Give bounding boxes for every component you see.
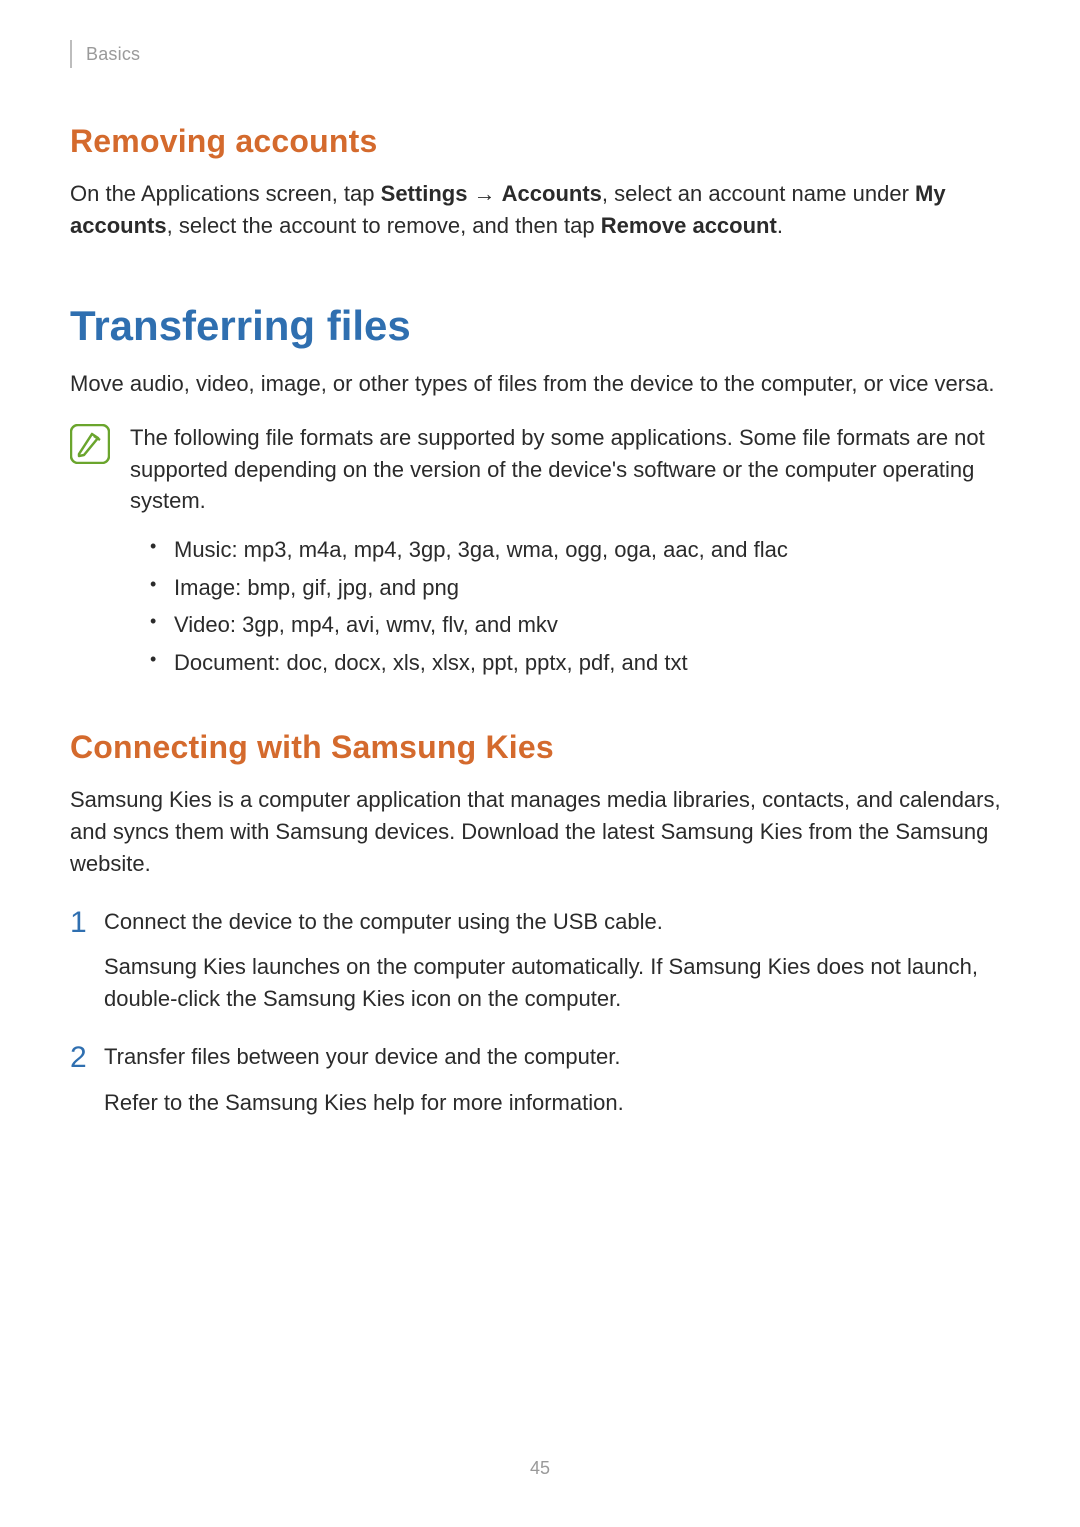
kies-heading: Connecting with Samsung Kies [70,729,1010,766]
document-page: Basics Removing accounts On the Applicat… [0,0,1080,1119]
step-body: Transfer files between your device and t… [104,1041,1010,1119]
text-segment: , select the account to remove, and then… [167,213,601,238]
removing-accounts-paragraph: On the Applications screen, tap Settings… [70,178,1010,242]
transferring-intro: Move audio, video, image, or other types… [70,368,1010,400]
accounts-label: Accounts [502,181,602,206]
text-segment: On the Applications screen, tap [70,181,381,206]
header-divider [70,40,72,68]
transferring-files-heading: Transferring files [70,302,1010,350]
note-icon [70,424,110,464]
remove-account-label: Remove account [601,213,777,238]
format-item: Image: bmp, gif, jpg, and png [150,569,1010,606]
format-item: Document: doc, docx, xls, xlsx, ppt, ppt… [150,644,1010,681]
kies-intro: Samsung Kies is a computer application t… [70,784,1010,880]
step-body: Connect the device to the computer using… [104,906,1010,1016]
page-number: 45 [0,1458,1080,1479]
text-segment: . [777,213,783,238]
step-2: 2 Transfer files between your device and… [70,1041,1010,1119]
settings-label: Settings [381,181,468,206]
page-header: Basics [70,40,1010,68]
step-number: 1 [70,906,104,939]
format-item: Video: 3gp, mp4, avi, wmv, flv, and mkv [150,606,1010,643]
note-block: The following file formats are supported… [70,422,1010,681]
step-main: Transfer files between your device and t… [104,1041,1010,1073]
section-label: Basics [86,44,140,65]
step-sub: Refer to the Samsung Kies help for more … [104,1087,1010,1119]
text-segment: , select an account name under [602,181,915,206]
format-item: Music: mp3, m4a, mp4, 3gp, 3ga, wma, ogg… [150,531,1010,568]
step-sub: Samsung Kies launches on the computer au… [104,951,1010,1015]
formats-list: Music: mp3, m4a, mp4, 3gp, 3ga, wma, ogg… [150,531,1010,681]
step-1: 1 Connect the device to the computer usi… [70,906,1010,1016]
step-main: Connect the device to the computer using… [104,906,1010,938]
note-content: The following file formats are supported… [130,422,1010,681]
step-number: 2 [70,1041,104,1074]
note-text: The following file formats are supported… [130,422,1010,518]
arrow-separator: → [467,181,501,206]
removing-accounts-heading: Removing accounts [70,123,1010,160]
